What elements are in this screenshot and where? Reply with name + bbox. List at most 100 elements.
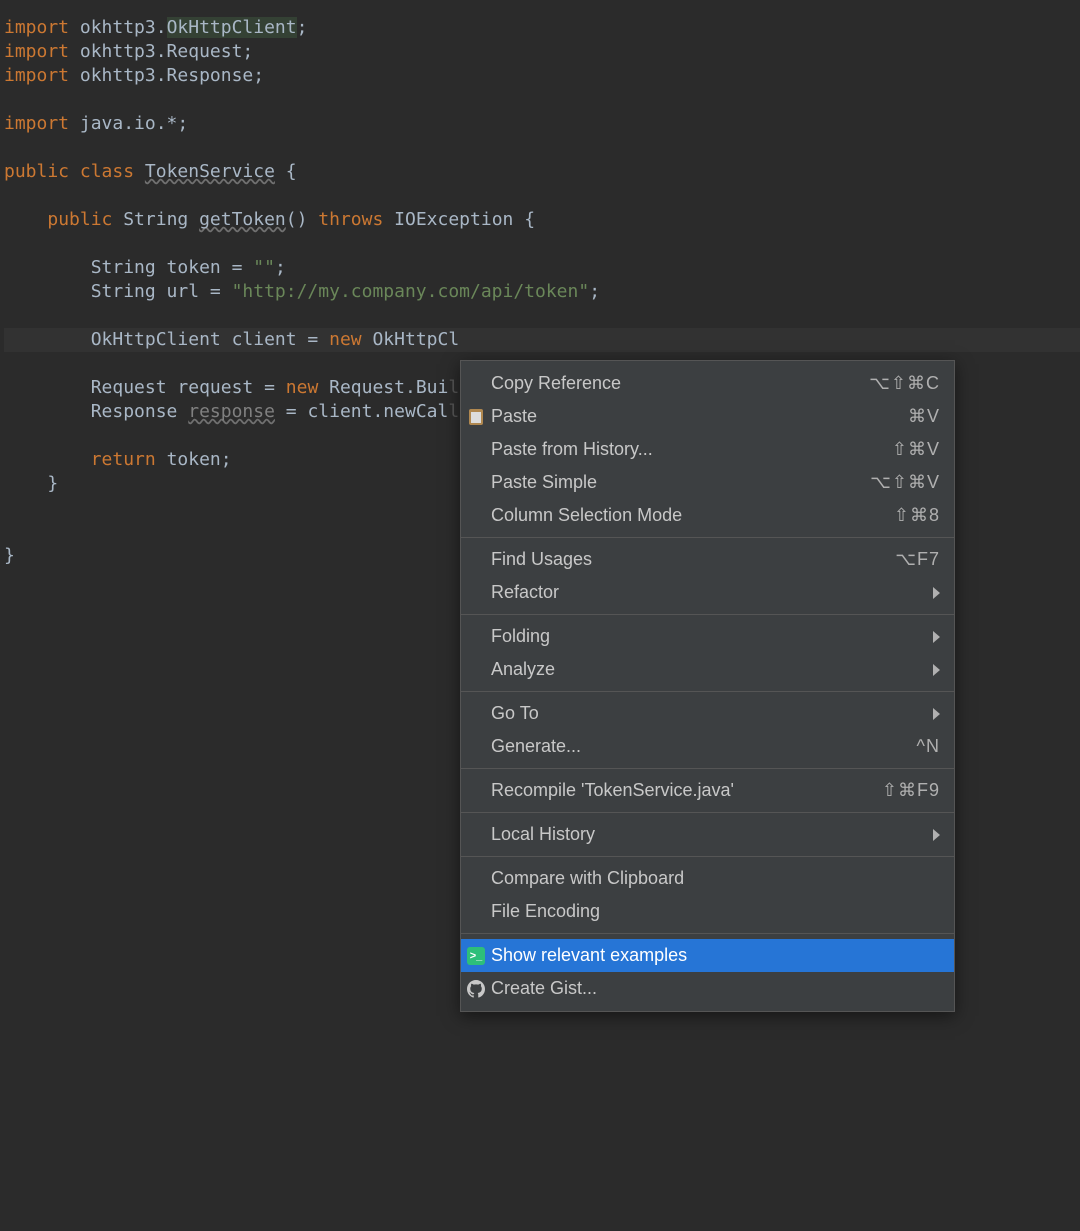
menu-item-folding[interactable]: Folding xyxy=(461,620,954,653)
menu-item-create-gist[interactable]: Create Gist... xyxy=(461,972,954,1005)
code-token: IOException { xyxy=(394,209,535,230)
code-token: "http://my.company.com/api/token" xyxy=(232,281,590,302)
code-token: throws xyxy=(318,209,394,230)
code-token: ; xyxy=(297,17,308,38)
menu-item-label: Paste from History... xyxy=(491,439,892,460)
code-line[interactable] xyxy=(4,232,1080,256)
code-token: response xyxy=(188,401,275,422)
code-token: import xyxy=(4,65,80,86)
code-token: getToken xyxy=(199,209,286,230)
menu-item-label: Paste xyxy=(491,406,908,427)
code-line[interactable] xyxy=(4,88,1080,112)
code-token: token; xyxy=(167,449,232,470)
code-token: new xyxy=(286,377,329,398)
menu-item-label: Refactor xyxy=(491,582,925,603)
code-token: public xyxy=(47,209,123,230)
menu-item-label: Find Usages xyxy=(491,549,895,570)
code-token: { xyxy=(275,161,297,182)
code-token: new xyxy=(329,329,372,350)
code-line[interactable]: public class TokenService { xyxy=(4,160,1080,184)
menu-item-analyze[interactable]: Analyze xyxy=(461,653,954,686)
code-line[interactable]: import okhttp3.OkHttpClient; xyxy=(4,16,1080,40)
code-token: OkHttpClient client = xyxy=(4,329,329,350)
menu-item-label: Analyze xyxy=(491,659,925,680)
menu-separator xyxy=(461,856,954,857)
menu-item-show-relevant-examples[interactable]: >_Show relevant examples xyxy=(461,939,954,972)
menu-item-shortcut: ⌥⇧⌘C xyxy=(869,373,940,394)
code-token: Request request = xyxy=(4,377,286,398)
code-token: import xyxy=(4,41,80,62)
menu-item-label: Compare with Clipboard xyxy=(491,868,940,889)
menu-item-go-to[interactable]: Go To xyxy=(461,697,954,730)
code-token: TokenService xyxy=(145,161,275,182)
menu-item-label: Folding xyxy=(491,626,925,647)
code-line[interactable]: String token = ""; xyxy=(4,256,1080,280)
menu-item-label: Generate... xyxy=(491,736,917,757)
code-token: ; xyxy=(275,257,286,278)
code-line[interactable]: import java.io.*; xyxy=(4,112,1080,136)
paste-icon xyxy=(467,408,485,426)
code-token: Response xyxy=(4,401,188,422)
menu-item-shortcut: ⇧⌘V xyxy=(892,439,940,460)
code-token xyxy=(4,449,91,470)
menu-item-generate[interactable]: Generate...^N xyxy=(461,730,954,763)
code-token: java.io.*; xyxy=(80,113,188,134)
menu-item-paste[interactable]: Paste⌘V xyxy=(461,400,954,433)
menu-separator xyxy=(461,933,954,934)
menu-separator xyxy=(461,691,954,692)
menu-item-copy-reference[interactable]: Copy Reference⌥⇧⌘C xyxy=(461,367,954,400)
menu-separator xyxy=(461,614,954,615)
code-token: okhttp3. xyxy=(80,17,167,38)
menu-item-recompile-tokenservice-java[interactable]: Recompile 'TokenService.java'⇧⌘F9 xyxy=(461,774,954,807)
code-line[interactable] xyxy=(4,184,1080,208)
menu-item-refactor[interactable]: Refactor xyxy=(461,576,954,609)
chevron-right-icon xyxy=(933,587,940,599)
code-token: return xyxy=(91,449,167,470)
menu-item-shortcut: ⌥F7 xyxy=(895,549,940,570)
menu-separator xyxy=(461,768,954,769)
menu-item-shortcut: ⌥⇧⌘V xyxy=(870,472,940,493)
code-line[interactable]: OkHttpClient client = new OkHttpCl xyxy=(4,328,1080,352)
code-line[interactable] xyxy=(4,136,1080,160)
chevron-right-icon xyxy=(933,631,940,643)
code-token: String token = xyxy=(4,257,253,278)
chevron-right-icon xyxy=(933,664,940,676)
code-token: () xyxy=(286,209,319,230)
code-token: public class xyxy=(4,161,145,182)
menu-item-shortcut: ⌘V xyxy=(908,406,940,427)
code-token: import xyxy=(4,113,80,134)
menu-item-label: Column Selection Mode xyxy=(491,505,894,526)
code-token: OkHttpClient xyxy=(167,17,297,38)
menu-item-local-history[interactable]: Local History xyxy=(461,818,954,851)
menu-item-shortcut: ⇧⌘F9 xyxy=(882,780,940,801)
code-token: "" xyxy=(253,257,275,278)
menu-separator xyxy=(461,537,954,538)
code-line[interactable] xyxy=(4,304,1080,328)
menu-item-label: Paste Simple xyxy=(491,472,870,493)
context-menu: Copy Reference⌥⇧⌘CPaste⌘VPaste from Hist… xyxy=(460,360,955,1012)
menu-item-compare-with-clipboard[interactable]: Compare with Clipboard xyxy=(461,862,954,895)
menu-item-find-usages[interactable]: Find Usages⌥F7 xyxy=(461,543,954,576)
menu-item-file-encoding[interactable]: File Encoding xyxy=(461,895,954,928)
code-token: = client.newCal xyxy=(275,401,448,422)
menu-item-label: Local History xyxy=(491,824,925,845)
menu-item-label: Create Gist... xyxy=(491,978,940,999)
code-token: import xyxy=(4,17,80,38)
menu-item-label: Recompile 'TokenService.java' xyxy=(491,780,882,801)
code-token: } xyxy=(4,545,15,566)
code-line[interactable]: import okhttp3.Request; xyxy=(4,40,1080,64)
menu-item-column-selection-mode[interactable]: Column Selection Mode⇧⌘8 xyxy=(461,499,954,532)
code-token: Request.Bui xyxy=(329,377,448,398)
menu-separator xyxy=(461,812,954,813)
menu-item-label: Go To xyxy=(491,703,925,724)
menu-item-label: File Encoding xyxy=(491,901,940,922)
menu-item-label: Copy Reference xyxy=(491,373,869,394)
menu-item-paste-from-history[interactable]: Paste from History...⇧⌘V xyxy=(461,433,954,466)
code-line[interactable]: String url = "http://my.company.com/api/… xyxy=(4,280,1080,304)
code-token: okhttp3.Request; xyxy=(80,41,253,62)
code-line[interactable]: import okhttp3.Response; xyxy=(4,64,1080,88)
code-token: } xyxy=(4,473,58,494)
code-line[interactable]: public String getToken() throws IOExcept… xyxy=(4,208,1080,232)
menu-item-paste-simple[interactable]: Paste Simple⌥⇧⌘V xyxy=(461,466,954,499)
code-token: okhttp3.Response; xyxy=(80,65,264,86)
